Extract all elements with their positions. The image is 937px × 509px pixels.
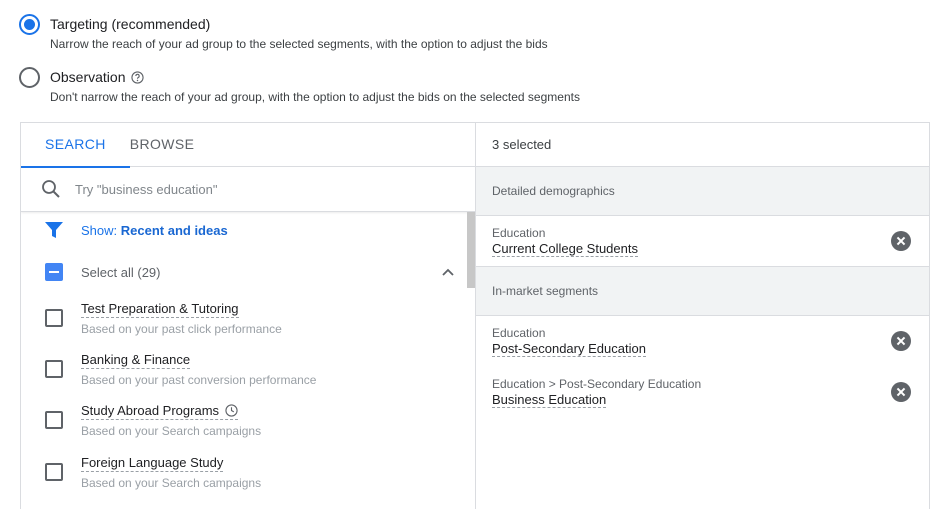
tab-browse[interactable]: BROWSE: [130, 123, 219, 166]
group-header: Detailed demographics: [476, 167, 929, 216]
selected-item-name[interactable]: Post-Secondary Education: [492, 341, 646, 357]
filter-toggle[interactable]: Show: Recent and ideas: [45, 222, 228, 238]
targeting-radio[interactable]: [19, 14, 40, 35]
item-source: Based on your Search campaigns: [81, 424, 262, 438]
selected-item-name[interactable]: Current College Students: [492, 241, 638, 257]
selected-item-category: Education > Post-Secondary Education: [492, 377, 702, 391]
filter-value: Recent and ideas: [120, 222, 228, 238]
list-item: Foreign Language Study Based on your Sea…: [45, 454, 261, 490]
segment-picker: SEARCH BROWSE Show: Recent and ideas: [21, 123, 476, 509]
selected-count: 3 selected: [476, 123, 929, 167]
item-name[interactable]: Test Preparation & Tutoring: [81, 301, 239, 318]
selected-item-name[interactable]: Business Education: [492, 392, 607, 408]
item-name: Study Abroad Programs: [81, 403, 220, 418]
select-all-row: Select all (29): [45, 263, 455, 281]
search-bar: [21, 167, 475, 212]
selected-item-category: Education: [492, 326, 546, 340]
item-name[interactable]: Banking & Finance: [81, 352, 191, 369]
item-source: Based on your past conversion performanc…: [81, 373, 317, 387]
selected-item: Education Post-Secondary Education: [476, 316, 929, 367]
selected-item: Education Current College Students: [476, 216, 929, 267]
group-header: In-market segments: [476, 267, 929, 316]
item-checkbox[interactable]: [45, 411, 63, 429]
observation-description: Don't narrow the reach of your ad group,…: [50, 90, 580, 104]
clock-icon: [225, 404, 238, 417]
search-input[interactable]: [75, 181, 435, 197]
tab-search[interactable]: SEARCH: [21, 123, 130, 168]
item-checkbox[interactable]: [45, 309, 63, 327]
observation-radio[interactable]: [19, 67, 40, 88]
scrollbar[interactable]: [467, 212, 475, 288]
observation-label: Observation: [50, 69, 126, 85]
search-icon: [42, 180, 60, 198]
filter-label: Show: Recent and ideas: [81, 223, 228, 238]
remove-icon[interactable]: [891, 382, 911, 402]
remove-icon[interactable]: [891, 231, 911, 251]
item-checkbox[interactable]: [45, 463, 63, 481]
observation-option[interactable]: Observation Don't narrow the reach of yo…: [19, 67, 580, 105]
list-item: Study Abroad Programs Based on your Sear…: [45, 402, 261, 438]
targeting-description: Narrow the reach of your ad group to the…: [50, 37, 548, 51]
item-checkbox[interactable]: [45, 360, 63, 378]
help-circle-icon[interactable]: [131, 70, 145, 84]
chevron-up-icon[interactable]: [441, 265, 455, 279]
select-all-checkbox[interactable]: [45, 263, 63, 281]
item-name[interactable]: Foreign Language Study: [81, 455, 224, 472]
targeting-option[interactable]: Targeting (recommended) Narrow the reach…: [19, 14, 548, 52]
segments-panel: SEARCH BROWSE Show: Recent and ideas: [20, 122, 930, 509]
item-source: Based on your past click performance: [81, 322, 282, 336]
selected-panel: 3 selected Detailed demographics Educati…: [476, 123, 929, 509]
list-item: Test Preparation & Tutoring Based on you…: [45, 300, 282, 336]
item-name-row[interactable]: Study Abroad Programs: [81, 403, 239, 420]
observation-label-row: Observation: [50, 68, 580, 86]
targeting-label: Targeting (recommended): [50, 16, 211, 32]
list-item: Banking & Finance Based on your past con…: [45, 351, 316, 387]
selected-item-category: Education: [492, 226, 546, 240]
filter-icon: [45, 222, 63, 238]
item-source: Based on your Search campaigns: [81, 476, 262, 490]
segment-list: Show: Recent and ideas Select all (29) T…: [21, 212, 475, 509]
filter-prefix: Show:: [81, 222, 118, 238]
select-all-label: Select all (29): [81, 264, 161, 280]
selected-item: Education > Post-Secondary Education Bus…: [476, 367, 929, 418]
remove-icon[interactable]: [891, 331, 911, 351]
picker-tabs: SEARCH BROWSE: [21, 123, 475, 168]
